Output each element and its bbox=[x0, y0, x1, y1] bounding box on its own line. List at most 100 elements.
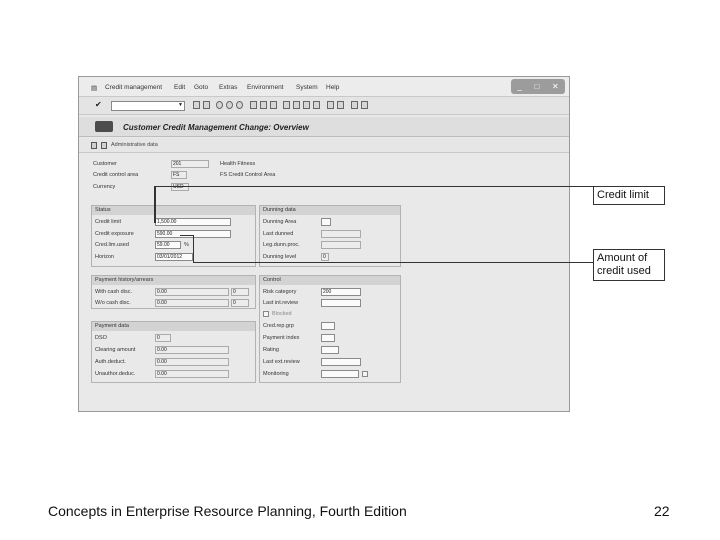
clearing-amount-field[interactable]: 0.00 bbox=[155, 346, 229, 354]
maximize-icon[interactable]: □ bbox=[534, 82, 539, 91]
credit-control-area-label: Credit control area bbox=[93, 172, 139, 178]
risk-category-label: Risk category bbox=[263, 289, 297, 295]
dso-field[interactable]: 0 bbox=[155, 334, 171, 342]
amount-connector-tick bbox=[180, 235, 194, 236]
administrative-data-button[interactable]: Administrative data bbox=[111, 142, 158, 148]
payment-data-group-title: Payment data bbox=[92, 322, 255, 331]
credit-limit-connector-vertical bbox=[154, 186, 156, 223]
with-cash-disc-count[interactable]: 0 bbox=[231, 288, 249, 296]
cred-lim-used-field[interactable]: 59.00 bbox=[155, 241, 181, 249]
credit-control-area-name: FS Credit Control Area bbox=[220, 172, 276, 178]
window-controls: _ □ ✕ bbox=[511, 79, 565, 94]
chevron-down-icon[interactable]: ▼ bbox=[178, 102, 183, 108]
wo-cash-disc-field[interactable]: 0.00 bbox=[155, 299, 229, 307]
horizon-field[interactable]: 03/01/2012 bbox=[155, 253, 193, 261]
amount-connector-horizontal bbox=[193, 262, 593, 263]
find-icon[interactable] bbox=[260, 101, 267, 109]
layout-icon[interactable] bbox=[361, 101, 368, 109]
rating-field[interactable] bbox=[321, 346, 339, 354]
command-field[interactable] bbox=[111, 101, 185, 111]
with-cash-disc-field[interactable]: 0.00 bbox=[155, 288, 229, 296]
unauthor-deduc-field[interactable]: 0.00 bbox=[155, 370, 229, 378]
cred-rep-grp-label: Cred.rep.grp bbox=[263, 323, 294, 329]
leg-dunn-proc-field[interactable] bbox=[321, 241, 361, 249]
dunning-area-label: Dunning Area bbox=[263, 219, 297, 225]
dunning-area-field[interactable] bbox=[321, 218, 331, 226]
back-icon[interactable] bbox=[193, 101, 200, 109]
risk-category-field[interactable]: 200 bbox=[321, 288, 361, 296]
auth-deduct-field[interactable]: 0.00 bbox=[155, 358, 229, 366]
rating-label: Rating bbox=[263, 347, 279, 353]
amount-connector-vertical bbox=[193, 235, 194, 263]
menu-system[interactable]: System bbox=[296, 84, 318, 91]
horizon-label: Horizon bbox=[95, 254, 114, 260]
application-toolbar: Administrative data bbox=[79, 138, 569, 153]
sap-screenshot: ▤ Credit management Edit Goto Extras Env… bbox=[78, 76, 570, 412]
first-page-icon[interactable] bbox=[283, 101, 290, 109]
exit-icon[interactable] bbox=[216, 101, 223, 109]
cred-rep-grp-field[interactable] bbox=[321, 322, 335, 330]
minimize-icon[interactable]: _ bbox=[517, 82, 521, 91]
credit-limit-callout: Credit limit bbox=[593, 186, 665, 205]
credit-control-area-field[interactable]: FS bbox=[171, 171, 187, 179]
currency-label: Currency bbox=[93, 184, 116, 190]
credit-exposure-label: Credit exposure bbox=[95, 231, 134, 237]
credit-limit-label: Credit limit bbox=[95, 219, 121, 225]
clearing-amount-label: Clearing amount bbox=[95, 347, 136, 353]
print-icon[interactable] bbox=[250, 101, 257, 109]
enter-icon[interactable]: ✔ bbox=[95, 100, 102, 109]
last-int-review-field[interactable] bbox=[321, 299, 361, 307]
dunning-level-field[interactable]: 0 bbox=[321, 253, 329, 261]
leg-dunn-proc-label: Leg.dunn.proc. bbox=[263, 242, 300, 248]
credit-limit-field[interactable]: 1,500.00 bbox=[155, 218, 231, 226]
dso-label: DSO bbox=[95, 335, 107, 341]
last-page-icon[interactable] bbox=[313, 101, 320, 109]
screen-title-bar: Customer Credit Management Change: Overv… bbox=[79, 117, 569, 137]
menu-goto[interactable]: Goto bbox=[194, 84, 208, 91]
customer-field[interactable]: 201 bbox=[171, 160, 209, 168]
currency-field[interactable]: USD bbox=[171, 183, 189, 191]
save-icon[interactable] bbox=[203, 101, 210, 109]
find-next-icon[interactable] bbox=[270, 101, 277, 109]
auth-deduct-label: Auth.deduct. bbox=[95, 359, 126, 365]
dunning-level-label: Dunning level bbox=[263, 254, 297, 260]
shortcut-icon[interactable] bbox=[337, 101, 344, 109]
menu-help[interactable]: Help bbox=[326, 84, 339, 91]
stop-icon[interactable] bbox=[236, 101, 243, 109]
next-page-icon[interactable] bbox=[303, 101, 310, 109]
menu-credit-management[interactable]: Credit management bbox=[105, 84, 162, 91]
new-session-icon[interactable] bbox=[327, 101, 334, 109]
menu-edit[interactable]: Edit bbox=[174, 84, 185, 91]
monitoring-field[interactable] bbox=[321, 370, 359, 378]
menu-extras[interactable]: Extras bbox=[219, 84, 237, 91]
blocked-checkbox[interactable] bbox=[263, 311, 269, 317]
last-ext-review-field[interactable] bbox=[321, 358, 361, 366]
amount-used-callout: Amount of credit used bbox=[593, 249, 665, 281]
menu-environment[interactable]: Environment bbox=[247, 84, 284, 91]
monitoring-f4-icon[interactable] bbox=[362, 371, 368, 377]
customer-label: Customer bbox=[93, 161, 117, 167]
page-number: 22 bbox=[654, 503, 670, 519]
wo-cash-disc-count[interactable]: 0 bbox=[231, 299, 249, 307]
close-icon[interactable]: ✕ bbox=[552, 82, 559, 91]
transaction-icon bbox=[95, 121, 113, 132]
app-menu-icon[interactable]: ▤ bbox=[91, 84, 97, 92]
customer-name: Health Fitness bbox=[220, 161, 256, 167]
document-icon[interactable] bbox=[101, 142, 107, 149]
credit-limit-connector-horizontal bbox=[154, 186, 593, 187]
overview-icon[interactable] bbox=[91, 142, 97, 149]
blocked-label: Blocked bbox=[272, 311, 292, 317]
page-title: Customer Credit Management Change: Overv… bbox=[123, 123, 309, 132]
monitoring-label: Monitoring bbox=[263, 371, 289, 377]
status-group-title: Status bbox=[92, 206, 255, 215]
unauthor-deduc-label: Unauthor.deduc. bbox=[95, 371, 136, 377]
last-dunned-field[interactable] bbox=[321, 230, 361, 238]
cancel-icon[interactable] bbox=[226, 101, 233, 109]
standard-toolbar: ✔ ▼ bbox=[79, 97, 569, 115]
with-cash-disc-label: With cash disc. bbox=[95, 289, 132, 295]
help-icon[interactable] bbox=[351, 101, 358, 109]
payment-index-label: Payment index bbox=[263, 335, 300, 341]
prev-page-icon[interactable] bbox=[293, 101, 300, 109]
cred-lim-used-label: Cred.lim.used bbox=[95, 242, 129, 248]
payment-index-field[interactable] bbox=[321, 334, 335, 342]
